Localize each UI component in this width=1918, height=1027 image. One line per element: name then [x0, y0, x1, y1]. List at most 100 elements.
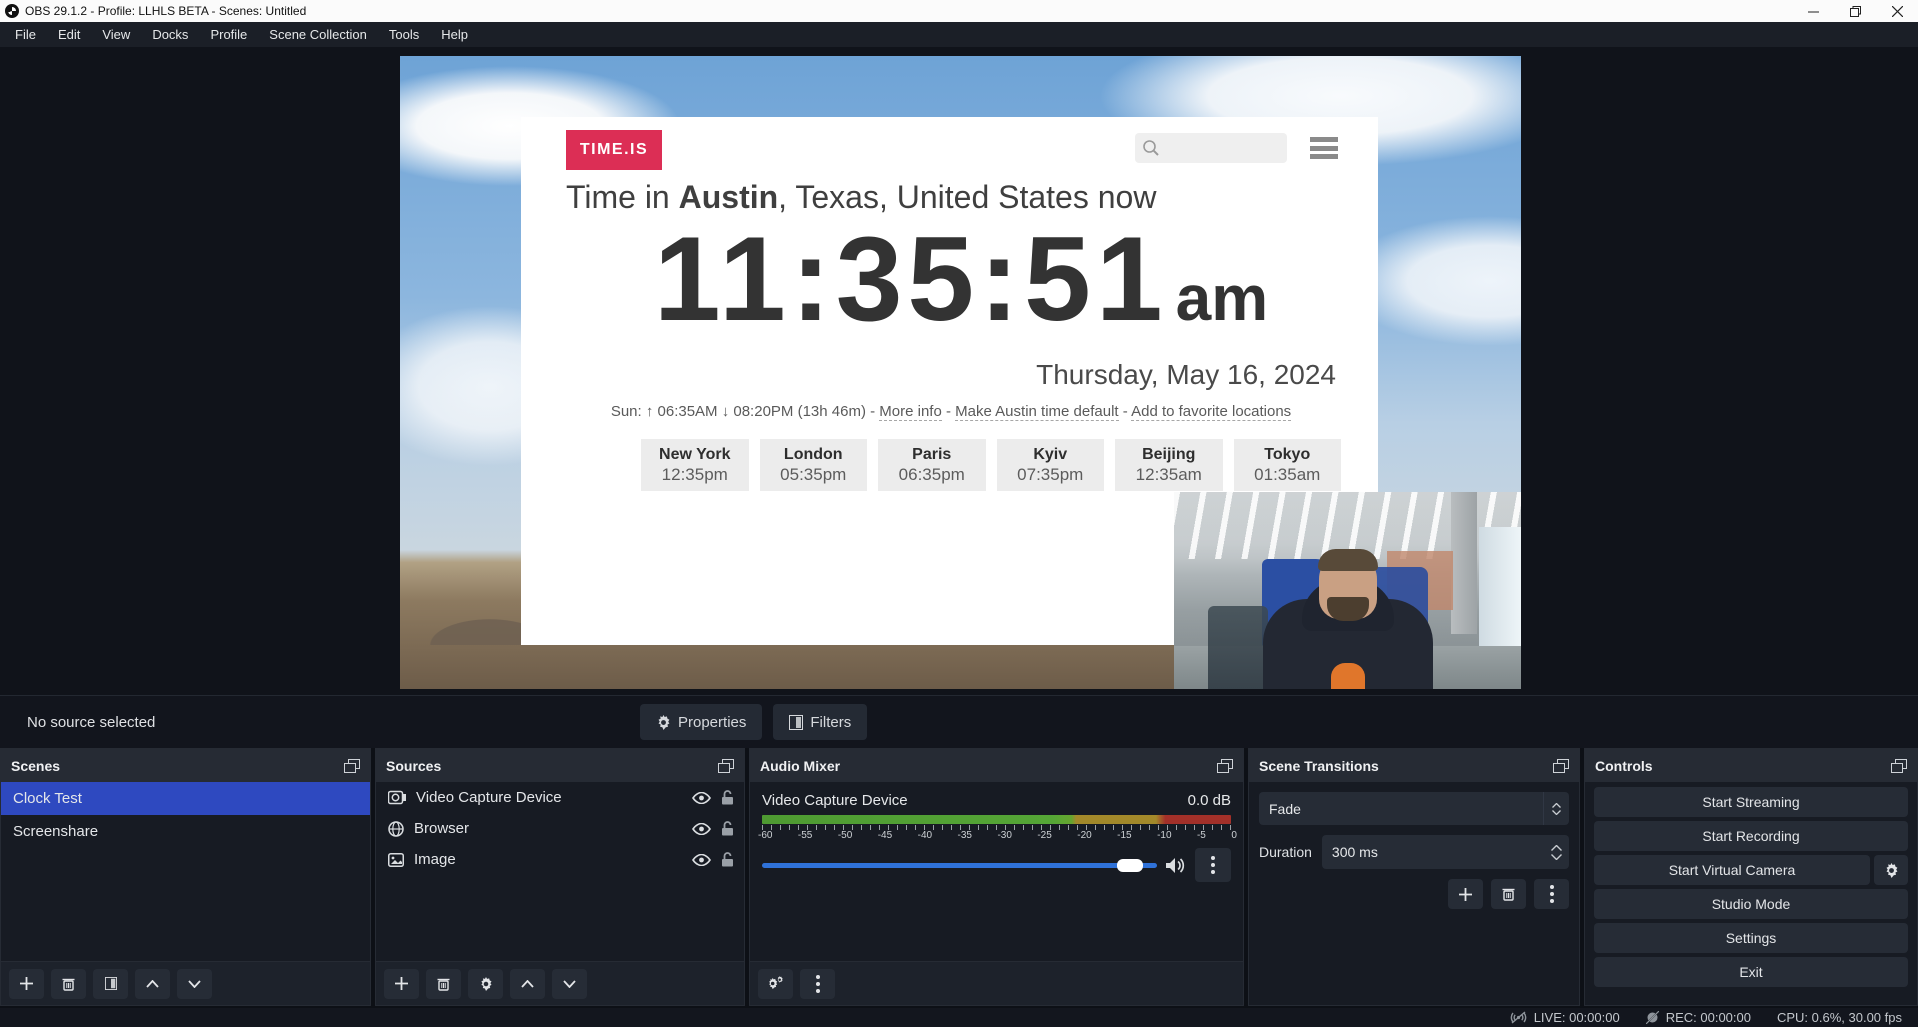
start-recording-button[interactable]: Start Recording: [1594, 821, 1908, 851]
speaker-icon[interactable]: [1166, 857, 1186, 874]
scenes-panel-header[interactable]: Scenes: [1, 749, 370, 782]
transitions-title: Scene Transitions: [1259, 758, 1379, 774]
advanced-audio-button[interactable]: [758, 969, 793, 999]
timeis-logo[interactable]: TIME.IS: [566, 130, 662, 170]
city-box-kyiv[interactable]: Kyiv07:35pm: [997, 439, 1105, 491]
source-properties-button[interactable]: [468, 969, 503, 999]
title-bar[interactable]: OBS 29.1.2 - Profile: LLHLS BETA - Scene…: [0, 0, 1918, 22]
volume-slider-handle[interactable]: [1117, 859, 1143, 872]
source-item-video-capture[interactable]: Video Capture Device: [376, 782, 744, 813]
more-info-link[interactable]: More info: [879, 403, 942, 421]
volume-slider[interactable]: [762, 863, 1157, 868]
program-canvas[interactable]: TIME.IS Time in Austin, Texas, United St…: [400, 56, 1521, 689]
filters-button[interactable]: Filters: [773, 704, 867, 740]
add-favorite-link[interactable]: Add to favorite locations: [1131, 403, 1291, 421]
search-icon: [1142, 139, 1160, 157]
eye-icon[interactable]: [692, 823, 711, 835]
unlock-icon[interactable]: [721, 821, 734, 836]
city-box-newyork[interactable]: New York12:35pm: [641, 439, 749, 491]
camera-icon: [388, 790, 406, 805]
unlock-icon[interactable]: [721, 790, 734, 805]
remove-source-button[interactable]: [426, 969, 461, 999]
menu-docks[interactable]: Docks: [141, 22, 199, 47]
preview-area[interactable]: TIME.IS Time in Austin, Texas, United St…: [0, 47, 1918, 695]
scene-up-button[interactable]: [135, 969, 170, 999]
menu-scene-collection[interactable]: Scene Collection: [258, 22, 378, 47]
unlock-icon[interactable]: [721, 852, 734, 867]
meter-tick-labels: -60-55-50-45-40-35-30-25-20-15-10-50: [758, 830, 1237, 841]
popout-icon[interactable]: [1891, 759, 1907, 773]
transition-select[interactable]: Fade: [1259, 792, 1569, 825]
gear-icon: [1884, 863, 1899, 878]
transition-options-button[interactable]: [1534, 879, 1569, 909]
hamburger-menu-icon[interactable]: [1310, 137, 1338, 159]
scene-item-screenshare[interactable]: Screenshare: [1, 815, 370, 848]
mixer-options-button[interactable]: [1195, 848, 1231, 882]
popout-icon[interactable]: [1553, 759, 1569, 773]
menu-help[interactable]: Help: [430, 22, 479, 47]
trash-icon: [62, 977, 75, 991]
scenes-title: Scenes: [11, 758, 60, 774]
menu-edit[interactable]: Edit: [47, 22, 91, 47]
source-item-image[interactable]: Image: [376, 844, 744, 875]
settings-button[interactable]: Settings: [1594, 923, 1908, 953]
scene-item-clock-test[interactable]: Clock Test: [1, 782, 370, 815]
transition-select-arrows[interactable]: [1543, 792, 1569, 825]
office-window: [1479, 527, 1521, 665]
remove-scene-button[interactable]: [51, 969, 86, 999]
add-transition-button[interactable]: [1448, 879, 1483, 909]
duration-label: Duration: [1259, 844, 1312, 860]
source-down-button[interactable]: [552, 969, 587, 999]
person-beard: [1327, 597, 1369, 621]
make-default-link[interactable]: Make Austin time default: [955, 403, 1118, 421]
popout-icon[interactable]: [1217, 759, 1233, 773]
gear-icon: [656, 715, 671, 730]
menu-view[interactable]: View: [91, 22, 141, 47]
source-item-browser[interactable]: Browser: [376, 813, 744, 844]
start-virtual-camera-button[interactable]: Start Virtual Camera: [1594, 855, 1870, 885]
eye-icon[interactable]: [692, 792, 711, 804]
popout-icon[interactable]: [344, 759, 360, 773]
studio-mode-button[interactable]: Studio Mode: [1594, 889, 1908, 919]
minimize-button[interactable]: [1792, 0, 1834, 22]
spin-up-icon[interactable]: [1551, 845, 1562, 851]
add-scene-button[interactable]: [9, 969, 44, 999]
transitions-header[interactable]: Scene Transitions: [1249, 749, 1579, 782]
city-box-tokyo[interactable]: Tokyo01:35am: [1234, 439, 1342, 491]
city-box-paris[interactable]: Paris06:35pm: [878, 439, 986, 491]
ellipsis-icon: [1211, 856, 1215, 874]
sources-panel-header[interactable]: Sources: [376, 749, 744, 782]
sources-title: Sources: [386, 758, 441, 774]
add-source-button[interactable]: [384, 969, 419, 999]
restore-button[interactable]: [1834, 0, 1876, 22]
remove-transition-button[interactable]: [1491, 879, 1526, 909]
scene-filters-button[interactable]: [93, 969, 128, 999]
chair: [1208, 606, 1268, 689]
timeis-search-input[interactable]: [1135, 133, 1287, 163]
transition-value: Fade: [1259, 801, 1543, 817]
scene-down-button[interactable]: [177, 969, 212, 999]
popout-icon[interactable]: [718, 759, 734, 773]
exit-button[interactable]: Exit: [1594, 957, 1908, 987]
city-box-london[interactable]: London05:35pm: [760, 439, 868, 491]
mixer-menu-button[interactable]: [800, 969, 835, 999]
close-button[interactable]: [1876, 0, 1918, 22]
menu-tools[interactable]: Tools: [378, 22, 430, 47]
controls-header[interactable]: Controls: [1585, 749, 1917, 782]
globe-icon: [388, 821, 404, 837]
source-up-button[interactable]: [510, 969, 545, 999]
menu-profile[interactable]: Profile: [199, 22, 258, 47]
status-bar: LIVE: 00:00:00 REC: 00:00:00 CPU: 0.6%, …: [0, 1008, 1918, 1027]
audio-mixer-panel: Audio Mixer Video Capture Device 0.0 dB …: [749, 748, 1244, 1006]
start-streaming-button[interactable]: Start Streaming: [1594, 787, 1908, 817]
virtual-camera-config-button[interactable]: [1874, 855, 1908, 885]
city-box-beijing[interactable]: Beijing12:35am: [1115, 439, 1223, 491]
eye-icon[interactable]: [692, 854, 711, 866]
properties-button[interactable]: Properties: [640, 704, 762, 740]
audio-mixer-header[interactable]: Audio Mixer: [750, 749, 1243, 782]
double-gear-icon: [767, 976, 784, 991]
spin-down-icon[interactable]: [1551, 854, 1562, 860]
menu-file[interactable]: File: [4, 22, 47, 47]
duration-spinbox[interactable]: 300 ms: [1322, 835, 1569, 869]
webcam-overlay[interactable]: [1174, 492, 1521, 689]
